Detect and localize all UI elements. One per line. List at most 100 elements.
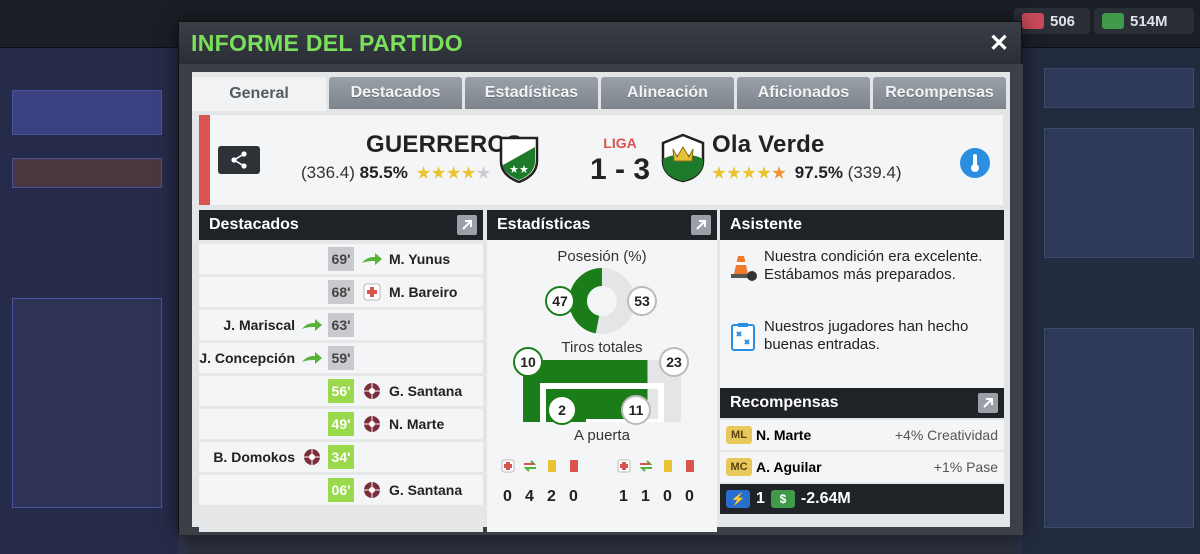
expand-highlights-button[interactable] bbox=[457, 215, 477, 235]
star-icon bbox=[727, 166, 741, 179]
rewards-summary: ⚡ 1 $ -2.64M bbox=[720, 484, 1004, 514]
highlights-title: Destacados bbox=[209, 216, 299, 233]
expand-stats-button[interactable] bbox=[691, 215, 711, 235]
highlight-minute: 59' bbox=[328, 346, 354, 370]
expand-arrow-icon bbox=[462, 220, 472, 230]
currency-health[interactable]: 506 bbox=[1014, 8, 1090, 34]
tab-general[interactable]: General bbox=[192, 77, 326, 111]
highlight-event: M. Yunus bbox=[361, 244, 450, 274]
possession-away-value: 53 bbox=[627, 286, 657, 316]
away-crest-icon bbox=[661, 133, 705, 183]
currency-money[interactable]: 514M bbox=[1094, 8, 1194, 34]
highlight-event: B. Domokos bbox=[213, 442, 323, 472]
stats-header: Estadísticas bbox=[487, 210, 717, 240]
highlight-row: 34' B. Domokos bbox=[199, 442, 483, 472]
weather-button[interactable] bbox=[960, 148, 990, 178]
cone-whistle-icon bbox=[731, 256, 757, 281]
sub-icon bbox=[521, 458, 539, 474]
highlight-minute: 68' bbox=[328, 280, 354, 304]
highlight-minute: 56' bbox=[328, 379, 354, 403]
star-icon bbox=[757, 166, 771, 179]
yellow-card-icon bbox=[543, 458, 561, 474]
position-badge: MC bbox=[726, 458, 752, 476]
reward-player: N. Marte bbox=[756, 427, 812, 443]
sub-arrow-icon bbox=[301, 316, 323, 334]
highlight-player: J. Concepción bbox=[199, 350, 295, 366]
red-card-icon bbox=[681, 458, 699, 474]
tab-alineacion[interactable]: Alineación bbox=[601, 77, 734, 109]
background-left-panel bbox=[0, 48, 178, 554]
svg-text:★★: ★★ bbox=[509, 163, 529, 176]
thermometer-icon bbox=[971, 154, 979, 172]
assistant-panel: Nuestra condición era excelente. Estábam… bbox=[720, 240, 1004, 388]
close-button[interactable]: ✕ bbox=[985, 30, 1013, 57]
highlight-event: M. Bareiro bbox=[361, 277, 457, 307]
medical-cross-icon bbox=[361, 283, 383, 301]
background-block bbox=[12, 298, 162, 508]
expand-rewards-button[interactable] bbox=[978, 393, 998, 413]
highlight-player: G. Santana bbox=[389, 482, 463, 498]
position-badge: ML bbox=[726, 426, 752, 444]
assistant-message-1: Nuestra condición era excelente. Estábam… bbox=[764, 248, 1000, 284]
highlight-player: N. Marte bbox=[389, 416, 445, 432]
star-icon bbox=[712, 166, 726, 179]
possession-home-arc bbox=[569, 268, 603, 334]
tab-estadisticas[interactable]: Estadísticas bbox=[465, 77, 598, 109]
energy-amount: 1 bbox=[756, 490, 765, 507]
card-count: 1 bbox=[619, 488, 628, 505]
highlight-event: G. Santana bbox=[361, 475, 462, 505]
highlight-player: J. Mariscal bbox=[223, 317, 295, 333]
tab-destacados[interactable]: Destacados bbox=[329, 77, 462, 109]
highlight-event: G. Santana bbox=[361, 376, 462, 406]
highlight-row: 59' J. Concepción bbox=[199, 343, 483, 373]
home-accent-bar bbox=[199, 115, 210, 205]
stats-panel: Posesión (%) 47 53 Tiros totales 10 23 2… bbox=[487, 240, 717, 532]
ball-icon bbox=[301, 448, 323, 466]
modal-title: INFORME DEL PARTIDO bbox=[191, 29, 463, 56]
health-pack-icon bbox=[1022, 13, 1044, 29]
on-target-label: A puerta bbox=[574, 427, 630, 444]
sub-icon bbox=[637, 458, 655, 474]
on-target-away-value: 11 bbox=[621, 395, 651, 425]
assistant-header: Asistente bbox=[720, 210, 1004, 240]
shots-away-value: 23 bbox=[659, 347, 689, 377]
ball-icon bbox=[361, 481, 383, 499]
ball-icon bbox=[361, 382, 383, 400]
yellow-card-icon bbox=[659, 458, 677, 474]
card-count: 0 bbox=[569, 488, 578, 505]
card-count: 0 bbox=[663, 488, 672, 505]
away-team-rating: 97.5% (339.4) bbox=[712, 163, 902, 183]
possession-home-value: 47 bbox=[545, 286, 575, 316]
home-team-rating: (336.4) 85.5% bbox=[301, 163, 491, 183]
money-amount: -2.64M bbox=[800, 490, 851, 507]
tab-recompensas[interactable]: Recompensas bbox=[873, 77, 1006, 109]
highlights-list: 69' M. Yunus 68' M. Bareiro 63' J. Mariscal 59… bbox=[199, 240, 483, 532]
home-crest-icon: ★★ bbox=[499, 136, 539, 183]
assistant-title: Asistente bbox=[730, 216, 803, 233]
match-summary: GUERREROS (336.4) 85.5% ★★ LIGA 1 - 3 Ol… bbox=[199, 115, 1003, 205]
card-count: 2 bbox=[547, 488, 556, 505]
match-report-modal: INFORME DEL PARTIDO ✕ General Destacados… bbox=[178, 21, 1023, 535]
away-team-name: Ola Verde bbox=[712, 131, 825, 158]
highlight-row: 69' M. Yunus bbox=[199, 244, 483, 274]
highlight-player: M. Yunus bbox=[389, 251, 451, 267]
background-block bbox=[12, 158, 162, 188]
home-rating-value: (336.4) bbox=[301, 163, 355, 182]
star-icon bbox=[416, 166, 431, 179]
highlight-row: 68' M. Bareiro bbox=[199, 277, 483, 307]
background-block bbox=[1044, 128, 1194, 258]
highlight-player: B. Domokos bbox=[213, 449, 295, 465]
share-button[interactable] bbox=[218, 146, 260, 174]
star-icon bbox=[446, 166, 461, 179]
background-block bbox=[12, 90, 162, 135]
tactics-board-icon bbox=[731, 323, 755, 351]
highlight-minute: 69' bbox=[328, 247, 354, 271]
tab-aficionados[interactable]: Aficionados bbox=[737, 77, 870, 109]
highlight-minute: 49' bbox=[328, 412, 354, 436]
card-count: 0 bbox=[503, 488, 512, 505]
highlight-event: N. Marte bbox=[361, 409, 444, 439]
assistant-message-line: buenas entradas. bbox=[764, 336, 880, 353]
away-rating-value: (339.4) bbox=[847, 163, 902, 182]
on-target-home-value: 2 bbox=[547, 395, 577, 425]
star-icon bbox=[772, 166, 786, 179]
